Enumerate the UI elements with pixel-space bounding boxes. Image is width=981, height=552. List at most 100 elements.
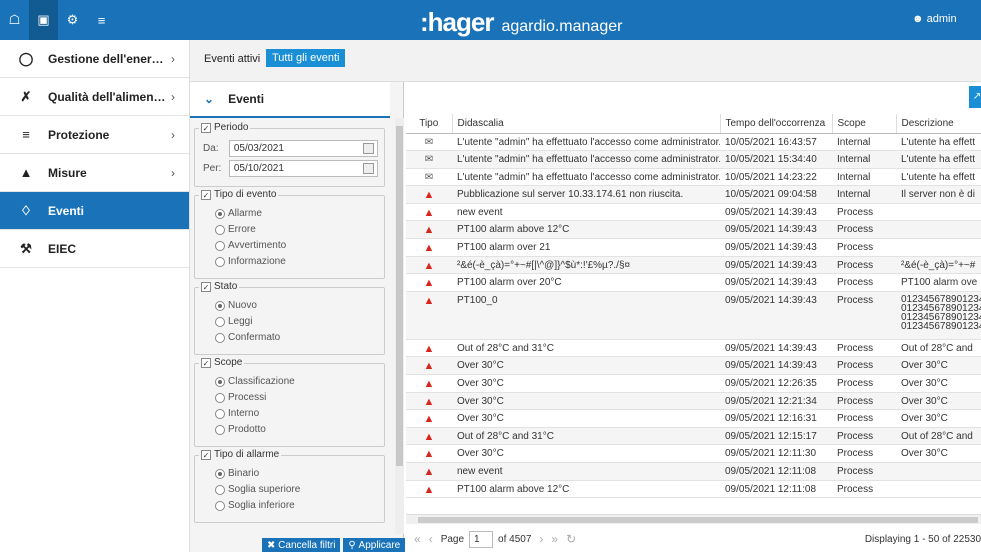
radio-button[interactable] (215, 332, 225, 343)
radio-binary[interactable]: Binario (215, 468, 378, 479)
cell-time: 09/05/2021 12:26:35 (720, 374, 832, 393)
table-row[interactable]: ▲ Over 30°C 09/05/2021 12:11:30 Process Over… (406, 444, 981, 463)
sliders-icon[interactable]: ≡ (87, 0, 116, 40)
tab-active-events[interactable]: Eventi attivi (204, 53, 260, 65)
checkbox-alarm-type[interactable]: ✓ (201, 449, 211, 460)
radio-product[interactable]: Prodotto (215, 424, 378, 435)
state-legend[interactable]: ✓ Stato (199, 281, 240, 292)
radio-button[interactable] (215, 392, 225, 403)
radio-classification[interactable]: Classificazione (215, 376, 378, 387)
table-row[interactable]: ✉ L'utente "admin" ha effettuato l'access… (406, 150, 981, 169)
radio-error[interactable]: Errore (215, 224, 378, 235)
column-header-type[interactable]: Tipo (406, 114, 453, 134)
radio-button[interactable] (215, 500, 225, 511)
radio-label: Avvertimento (228, 240, 287, 251)
sidebar-item-measures[interactable]: ▲ Misure › (0, 154, 189, 192)
radio-info[interactable]: Informazione (215, 256, 378, 267)
home-icon[interactable]: ☖ (0, 0, 29, 40)
cell-time: 10/05/2021 14:23:22 (720, 168, 832, 187)
table-row[interactable]: ▲ PT100 alarm over 21 09/05/2021 14:39:43 P… (406, 238, 981, 257)
calendar-icon[interactable] (363, 143, 374, 154)
radio-internal[interactable]: Interno (215, 408, 378, 419)
period-legend[interactable]: ✓ Periodo (199, 122, 251, 133)
radio-button[interactable] (215, 376, 225, 387)
table-row[interactable]: ▲ Over 30°C 09/05/2021 12:16:31 Process Over… (406, 409, 981, 428)
scrollbar-thumb[interactable] (396, 126, 403, 466)
scope-legend[interactable]: ✓ Scope (199, 357, 245, 368)
radio-button[interactable] (215, 208, 225, 219)
radio-read[interactable]: Leggi (215, 316, 378, 327)
table-row[interactable]: ▲ ²&é(-è_çà)=°+~#[|\^@]}^$ù*:!'£%µ?./§¤ 09… (406, 256, 981, 275)
table-row[interactable]: ▲ new event 09/05/2021 14:39:43 Process (406, 203, 981, 222)
radio-button[interactable] (215, 256, 225, 267)
date-from-input[interactable]: 05/03/2021 (228, 140, 378, 157)
refresh-icon[interactable]: ↻ (566, 532, 576, 546)
laptop-icon[interactable]: ▣ (29, 0, 58, 40)
filter-scrollbar[interactable] (395, 118, 404, 534)
radio-button[interactable] (215, 468, 225, 479)
radio-processes[interactable]: Processi (215, 392, 378, 403)
settings-icon[interactable]: ⚙ (58, 0, 87, 40)
sidebar-item-eiec[interactable]: ⚒ EIEC (0, 230, 189, 268)
table-row[interactable]: ▲ Out of 28°C and 31°C 09/05/2021 14:39:43… (406, 339, 981, 358)
page-input[interactable]: 1 (469, 530, 494, 548)
checkbox-event-type[interactable]: ✓ (201, 189, 211, 200)
horizontal-scrollbar[interactable] (406, 514, 981, 524)
checkbox-state[interactable]: ✓ (201, 281, 211, 292)
radio-lower-threshold[interactable]: Soglia inferiore (215, 500, 378, 511)
sidebar-item-protection[interactable]: ≡ Protezione › (0, 116, 189, 154)
table-row[interactable]: ▲ Over 30°C 09/05/2021 12:26:35 Process Over… (406, 374, 981, 393)
cell-type: ▲ (406, 444, 452, 463)
radio-button[interactable] (215, 240, 225, 251)
calendar-icon[interactable] (363, 163, 374, 174)
radio-button[interactable] (215, 224, 225, 235)
table-row[interactable]: ✉ L'utente "admin" ha effettuato l'access… (406, 168, 981, 187)
export-button[interactable]: ↗ (969, 86, 981, 108)
table-row[interactable]: ▲ Out of 28°C and 31°C 09/05/2021 12:15:17… (406, 427, 981, 446)
sidebar-item-power-quality[interactable]: ✗ Qualità dell'alimen… › (0, 78, 189, 116)
filter-header[interactable]: ⌄ Eventi (190, 82, 390, 118)
column-header-time[interactable]: Tempo dell'occorrenza (720, 114, 833, 134)
alarm-type-legend[interactable]: ✓ Tipo di allarme (199, 449, 282, 460)
table-row[interactable]: ▲ Over 30°C 09/05/2021 12:21:34 Process Over… (406, 392, 981, 411)
column-header-caption[interactable]: Didascalia (452, 114, 721, 134)
radio-warning[interactable]: Avvertimento (215, 240, 378, 251)
radio-new[interactable]: Nuovo (215, 300, 378, 311)
cell-description: Over 30°C (896, 374, 981, 393)
table-row[interactable]: ▲ PT100 alarm above 12°C 09/05/2021 14:39:… (406, 220, 981, 240)
radio-button[interactable] (215, 424, 225, 435)
last-page-icon[interactable]: » (551, 532, 558, 546)
checkbox-period[interactable]: ✓ (201, 122, 211, 133)
radio-button[interactable] (215, 408, 225, 419)
table-row[interactable]: ▲ PT100_0 09/05/2021 14:39:43 Process 012345… (406, 291, 981, 340)
table-row[interactable]: ▲ new event 09/05/2021 12:11:08 Process (406, 462, 981, 481)
alarm-icon: ▲ (423, 378, 435, 391)
column-header-description[interactable]: Descrizione (896, 114, 981, 134)
alarm-icon: ▲ (423, 189, 435, 202)
scrollbar-thumb[interactable] (418, 517, 978, 523)
radio-button[interactable] (215, 316, 225, 327)
radio-alarm[interactable]: Allarme (215, 208, 378, 219)
user-menu[interactable]: ☻ admin (912, 13, 957, 25)
table-row[interactable]: ▲ Pubblicazione sul server 10.33.174.61 n… (406, 185, 981, 204)
sidebar-item-events[interactable]: ♢ Eventi (0, 192, 189, 230)
column-header-scope[interactable]: Scope (832, 114, 897, 134)
event-type-legend[interactable]: ✓ Tipo di evento (199, 189, 279, 200)
tab-all-events[interactable]: Tutti gli eventi (266, 49, 346, 67)
sidebar-item-energy[interactable]: ◯ Gestione dell'ener… › (0, 40, 189, 78)
first-page-icon[interactable]: « (414, 532, 421, 546)
apply-button[interactable]: ⚲ Applicare (343, 538, 406, 552)
prev-page-icon[interactable]: ‹ (429, 532, 433, 546)
table-row[interactable]: ▲ PT100 alarm over 20°C 09/05/2021 14:39:4… (406, 273, 981, 292)
clear-filters-button[interactable]: ✖ Cancella filtri (262, 538, 341, 552)
table-row[interactable]: ✉ L'utente "admin" ha effettuato l'access… (406, 133, 981, 152)
next-page-icon[interactable]: › (539, 532, 543, 546)
table-row[interactable]: ▲ Over 30°C 09/05/2021 14:39:43 Process Over… (406, 356, 981, 376)
radio-confirmed[interactable]: Confermato (215, 332, 378, 343)
table-row[interactable]: ▲ PT100 alarm above 12°C 09/05/2021 12:11:… (406, 480, 981, 499)
checkbox-scope[interactable]: ✓ (201, 357, 211, 368)
date-to-input[interactable]: 05/10/2021 (228, 160, 378, 177)
radio-upper-threshold[interactable]: Soglia superiore (215, 484, 378, 495)
radio-button[interactable] (215, 484, 225, 495)
radio-button[interactable] (215, 300, 225, 311)
